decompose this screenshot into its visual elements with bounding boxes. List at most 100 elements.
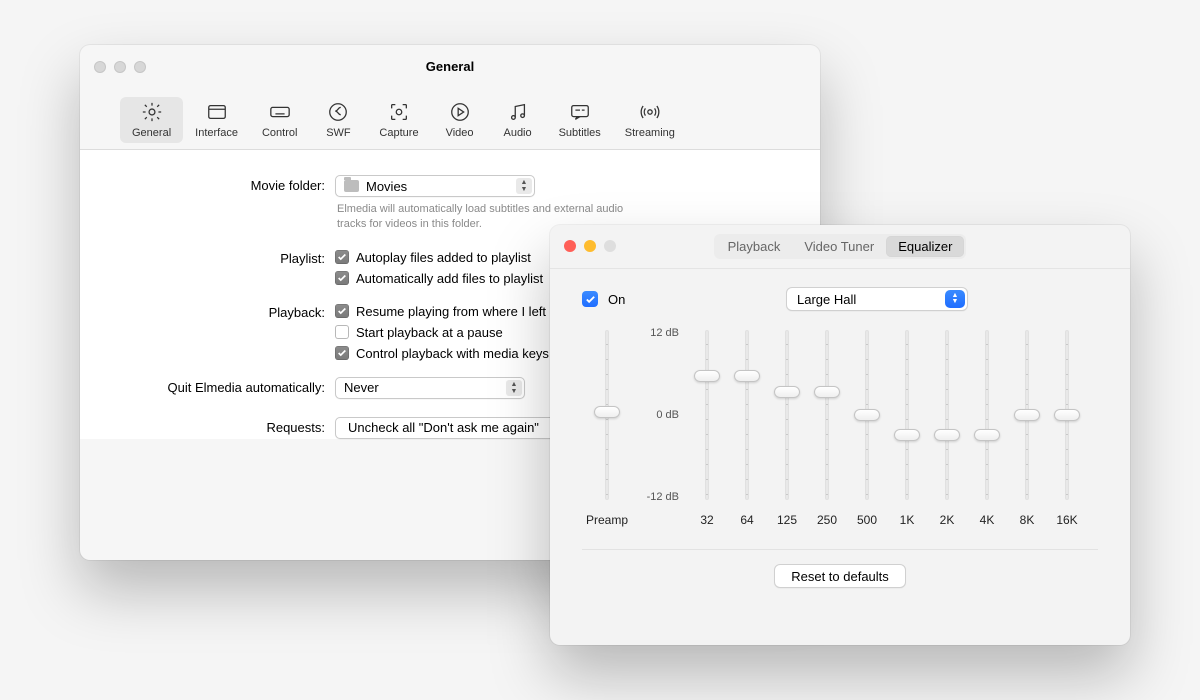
- tab-video[interactable]: Video: [431, 97, 489, 143]
- checkbox-label: Resume playing from where I left off: [356, 304, 564, 319]
- band-label-4K: 4K: [967, 503, 1007, 527]
- prefs-titlebar: General: [80, 45, 820, 97]
- scale-top: 12 dB: [632, 327, 679, 339]
- band-slider-125[interactable]: [767, 327, 807, 503]
- prefs-title: General: [80, 59, 820, 74]
- capture-icon: [386, 101, 412, 123]
- check-icon: [335, 346, 349, 360]
- eq-on-label: On: [608, 292, 625, 307]
- band-label-2K: 2K: [927, 503, 967, 527]
- button-label: Uncheck all "Don't ask me again": [348, 420, 539, 435]
- minimize-icon[interactable]: [584, 240, 596, 252]
- band-label-8K: 8K: [1007, 503, 1047, 527]
- band-slider-32[interactable]: [687, 327, 727, 503]
- eq-titlebar: Playback Video Tuner Equalizer: [550, 225, 1130, 269]
- tab-streaming[interactable]: Streaming: [613, 97, 687, 143]
- keyboard-icon: [267, 101, 293, 123]
- tab-subtitles[interactable]: Subtitles: [547, 97, 613, 143]
- close-icon[interactable]: [564, 240, 576, 252]
- preamp-label: Preamp: [582, 503, 632, 527]
- chevron-updown-icon: ▲▼: [516, 178, 532, 194]
- separator: [582, 549, 1098, 550]
- folder-icon: [344, 180, 359, 192]
- band-slider-64[interactable]: [727, 327, 767, 503]
- tab-label: Interface: [195, 127, 238, 139]
- gear-icon: [139, 101, 165, 123]
- quit-select[interactable]: Never ▲▼: [335, 377, 525, 399]
- preamp-slider[interactable]: [582, 327, 632, 503]
- band-label-250: 250: [807, 503, 847, 527]
- band-slider-500[interactable]: [847, 327, 887, 503]
- band-label-64: 64: [727, 503, 767, 527]
- quit-value: Never: [344, 380, 379, 395]
- checkbox-label: Control playback with media keys: [356, 346, 549, 361]
- tab-label: General: [132, 127, 171, 139]
- equalizer-window: Playback Video Tuner Equalizer On Large …: [550, 225, 1130, 645]
- tab-label: Audio: [503, 127, 531, 139]
- checkbox-label: Start playback at a pause: [356, 325, 503, 340]
- tab-label: Video: [446, 127, 474, 139]
- tab-interface[interactable]: Interface: [183, 97, 250, 143]
- tab-capture[interactable]: Capture: [367, 97, 430, 143]
- band-labels: Preamp 32641252505001K2K4K8K16K: [576, 503, 1104, 527]
- scale-mid: 0 dB: [632, 409, 679, 421]
- band-slider-16K[interactable]: [1047, 327, 1087, 503]
- check-icon: [335, 325, 349, 339]
- preset-value: Large Hall: [797, 292, 856, 307]
- playlist-label: Playlist:: [110, 248, 335, 266]
- window-icon: [204, 101, 230, 123]
- gain-scale: 12 dB 0 dB -12 dB: [632, 327, 687, 503]
- eq-body: On Large Hall ▲▼ 12 dB 0 dB -12 dB Pream…: [550, 269, 1130, 602]
- tab-swf[interactable]: SWF: [309, 97, 367, 143]
- band-slider-4K[interactable]: [967, 327, 1007, 503]
- tab-label: Control: [262, 127, 297, 139]
- reset-button[interactable]: Reset to defaults: [774, 564, 906, 588]
- check-icon: [335, 304, 349, 318]
- chevron-updown-icon: ▲▼: [506, 380, 522, 396]
- eq-sliders: 12 dB 0 dB -12 dB: [576, 327, 1104, 503]
- eq-on-checkbox[interactable]: [582, 291, 598, 307]
- requests-label: Requests:: [110, 417, 335, 435]
- band-slider-1K[interactable]: [887, 327, 927, 503]
- scale-bot: -12 dB: [632, 491, 679, 503]
- play-icon: [447, 101, 473, 123]
- checkbox-label: Autoplay files added to playlist: [356, 250, 531, 265]
- tab-label: Capture: [379, 127, 418, 139]
- tab-video-tuner[interactable]: Video Tuner: [792, 236, 886, 257]
- playback-label: Playback:: [110, 302, 335, 320]
- band-slider-250[interactable]: [807, 327, 847, 503]
- tab-label: SWF: [326, 127, 350, 139]
- movie-folder-select[interactable]: Movies ▲▼: [335, 175, 535, 197]
- tab-label: Subtitles: [559, 127, 601, 139]
- movie-folder-label: Movie folder:: [110, 175, 335, 193]
- streaming-icon: [637, 101, 663, 123]
- flash-icon: [325, 101, 351, 123]
- chevron-updown-icon: ▲▼: [945, 290, 965, 308]
- check-icon: [335, 271, 349, 285]
- button-label: Reset to defaults: [791, 569, 889, 584]
- tab-control[interactable]: Control: [250, 97, 309, 143]
- checkbox-label: Automatically add files to playlist: [356, 271, 543, 286]
- prefs-toolbar: General Interface Control SWF Capture Vi…: [80, 97, 820, 150]
- band-label-125: 125: [767, 503, 807, 527]
- tab-general[interactable]: General: [120, 97, 183, 143]
- movie-folder-value: Movies: [366, 179, 407, 194]
- band-slider-2K[interactable]: [927, 327, 967, 503]
- preset-select[interactable]: Large Hall ▲▼: [786, 287, 968, 311]
- band-slider-8K[interactable]: [1007, 327, 1047, 503]
- tab-audio[interactable]: Audio: [489, 97, 547, 143]
- check-icon: [335, 250, 349, 264]
- tab-playback[interactable]: Playback: [716, 236, 793, 257]
- tab-equalizer[interactable]: Equalizer: [886, 236, 964, 257]
- music-icon: [505, 101, 531, 123]
- quit-label: Quit Elmedia automatically:: [110, 377, 335, 395]
- band-label-16K: 16K: [1047, 503, 1087, 527]
- window-controls[interactable]: [564, 240, 616, 252]
- band-label-500: 500: [847, 503, 887, 527]
- band-label-1K: 1K: [887, 503, 927, 527]
- band-label-32: 32: [687, 503, 727, 527]
- eq-tabs: Playback Video Tuner Equalizer: [714, 234, 967, 259]
- tab-label: Streaming: [625, 127, 675, 139]
- subtitles-icon: [567, 101, 593, 123]
- zoom-icon[interactable]: [604, 240, 616, 252]
